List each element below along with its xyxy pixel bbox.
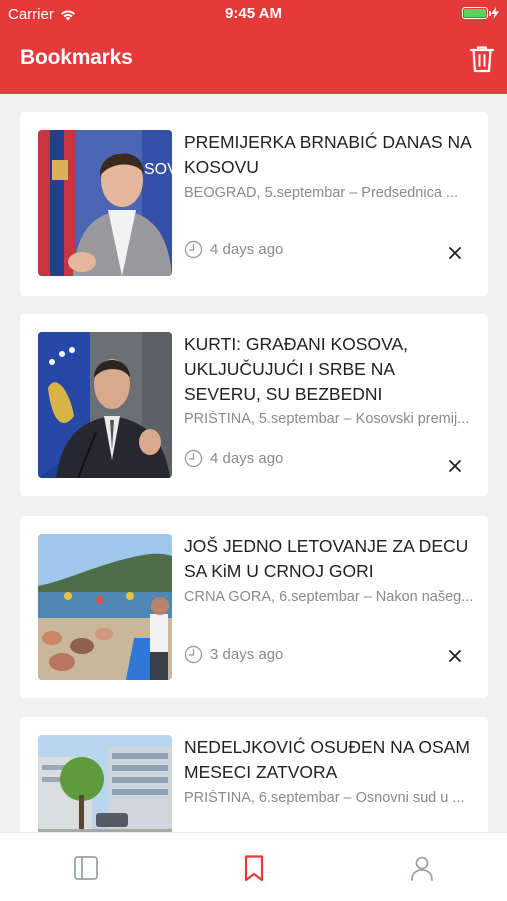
charging-icon (491, 7, 499, 19)
article-time: 4 days ago (184, 240, 283, 259)
status-bar: Carrier 9:45 AM (0, 0, 507, 28)
clock-icon (184, 645, 203, 664)
article-thumbnail: SOV (38, 130, 172, 276)
article-summary: PRIŠTINA, 5.septembar – Kosovski premij.… (184, 411, 470, 427)
article-thumbnail (38, 534, 172, 680)
page-title: Bookmarks (20, 46, 133, 69)
article-title[interactable]: JOŠ JEDNO LETOVANJE ZA DECU SA KiM U CRN… (184, 534, 474, 584)
article-title[interactable]: NEDELJKOVIĆ OSUĐEN NA OSAM MESECI ZATVOR… (184, 735, 474, 785)
article-time: 3 days ago (184, 645, 283, 664)
article-title[interactable]: KURTI: GRAĐANI KOSOVA, UKLJUČUJUĆI I SRB… (184, 332, 474, 407)
tab-feed-sidebar-icon[interactable] (71, 853, 101, 883)
article-card[interactable]: SOV PREMIJERKA BRNABIĆ DANAS NA KOSOVU B… (20, 112, 488, 296)
article-summary: PRIŠTINA, 6.septembar – Osnovni sud u ..… (184, 790, 465, 806)
clock-icon (184, 240, 203, 259)
app-header: Carrier 9:45 AM Bookmarks (0, 0, 507, 94)
article-time: 4 days ago (184, 449, 283, 468)
article-summary: BEOGRAD, 5.septembar – Predsednica ... (184, 185, 459, 201)
article-card[interactable]: NEDELJKOVIĆ OSUĐEN NA OSAM MESECI ZATVOR… (20, 717, 488, 832)
battery-indicator (462, 7, 499, 19)
battery-icon (462, 7, 491, 19)
clock-icon (184, 449, 203, 468)
tab-profile-user-icon[interactable] (407, 853, 437, 883)
time-ago-label: 4 days ago (210, 241, 284, 258)
tab-bar (0, 832, 507, 901)
trash-icon[interactable] (469, 45, 495, 73)
article-card[interactable]: JOŠ JEDNO LETOVANJE ZA DECU SA KiM U CRN… (20, 516, 488, 698)
remove-bookmark-icon[interactable] (448, 246, 462, 260)
remove-bookmark-icon[interactable] (448, 649, 462, 663)
time-ago-label: 4 days ago (210, 450, 284, 467)
bookmarks-list[interactable]: SOV PREMIJERKA BRNABIĆ DANAS NA KOSOVU B… (0, 94, 507, 832)
status-time: 9:45 AM (225, 5, 282, 22)
article-summary: CRNA GORA, 6.septembar – Nakon našeg... (184, 589, 474, 605)
time-ago-label: 3 days ago (210, 646, 284, 663)
article-card[interactable]: KURTI: GRAĐANI KOSOVA, UKLJUČUJUĆI I SRB… (20, 314, 488, 496)
tab-bookmarks-bookmark-icon[interactable] (239, 853, 269, 883)
article-thumbnail (38, 332, 172, 478)
remove-bookmark-icon[interactable] (448, 459, 462, 473)
article-title[interactable]: PREMIJERKA BRNABIĆ DANAS NA KOSOVU (184, 130, 474, 180)
svg-text:SOV: SOV (144, 161, 172, 178)
article-thumbnail (38, 735, 172, 832)
